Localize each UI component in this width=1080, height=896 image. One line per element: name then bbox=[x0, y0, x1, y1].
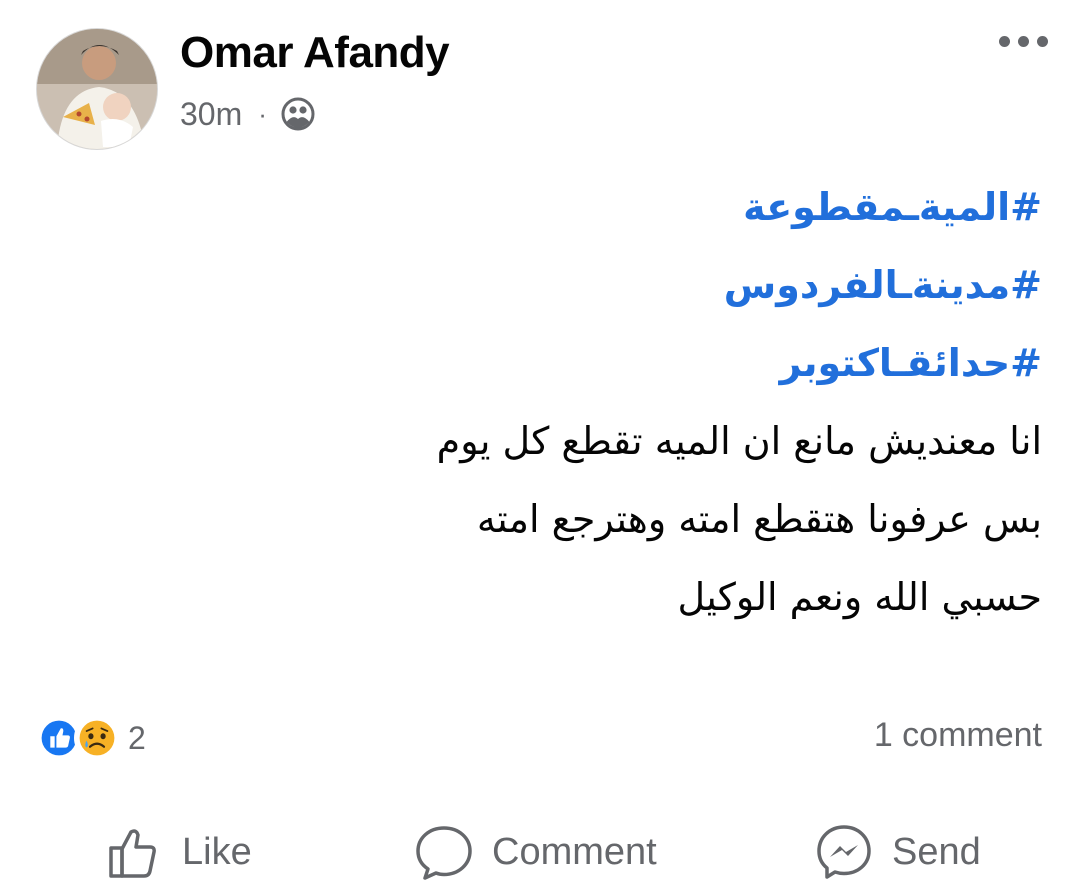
send-label: Send bbox=[892, 830, 981, 873]
post-meta: 30m · bbox=[180, 94, 315, 134]
reaction-count: 2 bbox=[128, 719, 146, 756]
thumbs-up-icon bbox=[109, 829, 156, 878]
hashtag-link[interactable]: #الميةـمقطوعة bbox=[42, 168, 1042, 246]
avatar-photo bbox=[37, 29, 157, 149]
like-button[interactable]: Like bbox=[106, 816, 252, 888]
send-button[interactable]: Send bbox=[814, 816, 981, 888]
more-dot bbox=[1037, 36, 1048, 47]
messenger-icon bbox=[817, 825, 871, 879]
meta-separator: · bbox=[258, 98, 267, 129]
post-text-line: انا معنديش مانع ان الميه تقطع كل يوم bbox=[436, 419, 1042, 463]
like-label: Like bbox=[182, 830, 252, 873]
more-options-icon[interactable] bbox=[999, 36, 1048, 47]
more-dot bbox=[1018, 36, 1029, 47]
hashtag-link[interactable]: #مدينةـالفردوس bbox=[42, 246, 1042, 324]
reactions-summary[interactable]: 2 bbox=[36, 712, 146, 764]
more-dot bbox=[999, 36, 1010, 47]
hashtag-link[interactable]: #حدائقـاكتوبر bbox=[42, 324, 1042, 402]
action-bar: Like Comment Send bbox=[0, 808, 1080, 892]
author-name[interactable]: Omar Afandy bbox=[180, 28, 450, 78]
friends-icon[interactable] bbox=[281, 97, 315, 131]
post-text-line: بس عرفونا هتقطع امته وهترجع امته bbox=[476, 497, 1042, 541]
comment-bubble-icon bbox=[416, 826, 472, 880]
comment-label: Comment bbox=[492, 830, 657, 873]
post-text-line: حسبي الله ونعم الوكيل bbox=[677, 575, 1042, 619]
comment-button[interactable]: Comment bbox=[414, 816, 657, 888]
post-timestamp[interactable]: 30m bbox=[180, 96, 242, 133]
sad-icon bbox=[74, 715, 120, 761]
comment-count[interactable]: 1 comment bbox=[874, 716, 1042, 755]
post-text: #الميةـمقطوعة #مدينةـالفردوس #حدائقـاكتو… bbox=[42, 168, 1042, 636]
author-avatar[interactable] bbox=[36, 28, 158, 150]
